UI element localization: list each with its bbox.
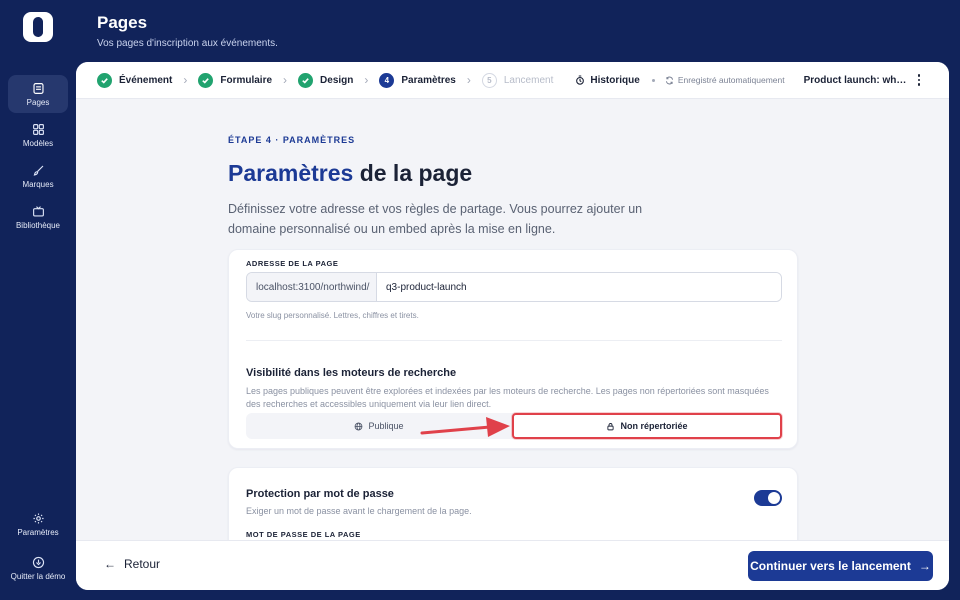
page-address-field: localhost:3100/northwind/: [246, 272, 782, 302]
page-subtitle: Vos pages d'inscription aux événements.: [97, 38, 278, 49]
chevron-right-icon: ›: [364, 73, 369, 87]
arrow-left-icon: ←: [104, 557, 116, 571]
slug-hint: Votre slug personnalisé. Lettres, chiffr…: [246, 311, 419, 320]
chevron-right-icon: ›: [283, 73, 288, 87]
sidebar-item-pages[interactable]: Pages: [8, 75, 68, 113]
step-label: Formulaire: [220, 74, 273, 86]
step-event[interactable]: Événement: [97, 72, 173, 88]
check-icon: [298, 72, 314, 88]
step-number: 5: [481, 72, 497, 88]
separator-dot: [651, 78, 655, 82]
step-settings[interactable]: 4 Paramètres: [379, 72, 456, 88]
back-label: Retour: [124, 557, 161, 571]
page-header: Pages Vos pages d'inscription aux événem…: [97, 13, 278, 49]
main-panel: Événement › Formulaire › Design › 4 Para…: [76, 62, 949, 590]
sidebar-item-label: Quitter la démo: [10, 571, 66, 581]
password-toggle[interactable]: [754, 490, 782, 506]
pages-icon: [32, 82, 44, 94]
step-label: Lancement: [503, 74, 554, 86]
section-description: Définissez votre adresse et vos règles d…: [228, 202, 643, 236]
password-description: Exiger un mot de passe avant le chargeme…: [246, 506, 472, 516]
step-bar: Événement › Formulaire › Design › 4 Para…: [76, 62, 949, 99]
chevron-right-icon: ›: [466, 73, 471, 87]
more-options-icon[interactable]: [917, 74, 921, 86]
globe-icon: [355, 422, 363, 430]
history-label: Historique: [590, 74, 640, 86]
sidebar-item-label: Marques: [22, 179, 54, 189]
autosave-label: Enregistré automatiquement: [677, 75, 785, 85]
sidebar-item-settings[interactable]: Paramètres: [8, 505, 68, 543]
sidebar-item-exit-demo[interactable]: Quitter la démo: [8, 549, 68, 587]
back-button[interactable]: ← Retour: [104, 557, 160, 571]
visibility-title: Visibilité dans les moteurs de recherche: [246, 367, 457, 379]
check-icon: [198, 72, 214, 88]
step-form[interactable]: Formulaire: [198, 72, 273, 88]
grid-icon: [32, 123, 44, 135]
section-heading: Paramètres de la page: [228, 160, 798, 187]
step-eyebrow: ÉTAPE 4 · PARAMÈTRES: [228, 135, 356, 145]
option-label: Publique: [368, 421, 404, 431]
step-number: 4: [379, 72, 395, 88]
password-title: Protection par mot de passe: [246, 488, 394, 500]
sidebar-item-label: Paramètres: [17, 527, 59, 537]
library-icon: [32, 205, 44, 217]
visibility-toggle-group: Publique Non répertoriée: [246, 413, 782, 439]
heading-rest: de la page: [353, 160, 473, 186]
settings-content: ÉTAPE 4 · PARAMÈTRES Paramètres de la pa…: [228, 99, 798, 557]
url-prefix: localhost:3100/northwind/: [247, 273, 377, 301]
option-label: Non répertoriée: [620, 421, 688, 431]
slug-input[interactable]: [377, 273, 781, 301]
stopwatch-icon: [576, 75, 585, 85]
arrow-right-icon: →: [918, 559, 931, 573]
app-logo[interactable]: [23, 12, 53, 42]
heading-accent: Paramètres: [228, 160, 354, 186]
sidebar-item-label: Modèles: [22, 138, 54, 148]
step-label: Événement: [119, 74, 173, 86]
footer-bar: ← Retour Continuer vers le lancement →: [76, 540, 949, 590]
annotation-arrow-icon: [420, 417, 510, 437]
password-field-label: MOT DE PASSE DE LA PAGE: [246, 530, 361, 539]
chevron-right-icon: ›: [183, 73, 188, 87]
sidebar-item-library[interactable]: Bibliothèque: [8, 198, 68, 236]
step-launch: 5 Lancement: [481, 72, 554, 88]
continue-button[interactable]: Continuer vers le lancement →: [748, 551, 933, 581]
sidebar-item-brands[interactable]: Marques: [8, 157, 68, 195]
history-button[interactable]: Historique: [575, 74, 640, 86]
autosave-status: Enregistré automatiquement: [665, 75, 785, 85]
address-label: ADRESSE DE LA PAGE: [246, 259, 339, 268]
exit-icon: [32, 556, 44, 568]
sidebar: Pages Modèles Marques Bibliothèque Param…: [0, 0, 76, 600]
step-label: Paramètres: [401, 74, 456, 86]
visibility-unlisted-button[interactable]: Non répertoriée: [512, 413, 782, 439]
sync-icon: [665, 76, 673, 84]
divider: [246, 340, 782, 341]
page-title: Pages: [97, 13, 148, 32]
sidebar-item-models[interactable]: Modèles: [8, 116, 68, 154]
sidebar-item-label: Pages: [26, 97, 50, 107]
sidebar-item-label: Bibliothèque: [15, 220, 61, 230]
step-label: Design: [320, 74, 354, 86]
visibility-description: Les pages publiques peuvent être exploré…: [246, 386, 769, 409]
logo-mark: [33, 17, 43, 37]
address-visibility-card: ADRESSE DE LA PAGE localhost:3100/northw…: [228, 249, 798, 449]
step-design[interactable]: Design: [298, 72, 354, 88]
check-icon: [97, 72, 112, 88]
lock-icon: [607, 422, 615, 430]
gear-icon: [32, 512, 44, 524]
continue-label: Continuer vers le lancement: [750, 559, 911, 573]
brush-icon: [33, 165, 43, 176]
document-title[interactable]: Product launch: what's new in Q3: [804, 75, 910, 86]
